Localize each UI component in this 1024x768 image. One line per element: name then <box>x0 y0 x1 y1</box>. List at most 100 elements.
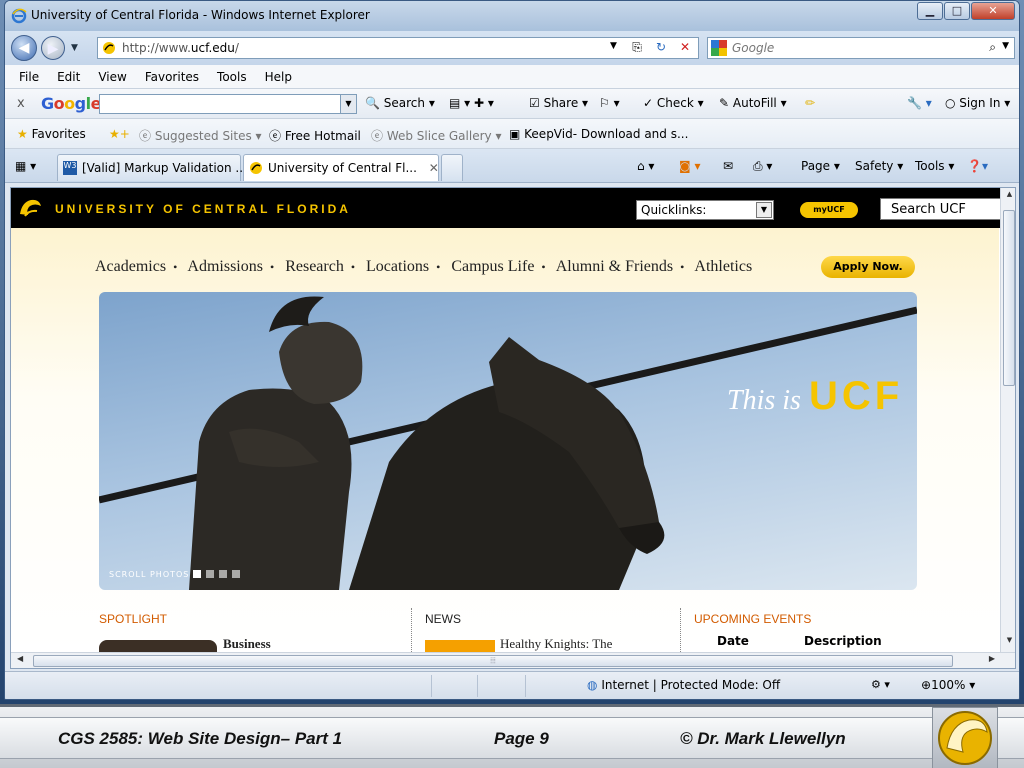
page-menu[interactable]: Page ▾ <box>801 159 840 173</box>
hero-banner[interactable]: This is UCF SCROLL PHOTOS <box>99 292 917 590</box>
search-icon[interactable]: ⌕ <box>989 40 996 55</box>
news-item[interactable]: Healthy Knights: The <box>500 636 612 652</box>
page-content: Academics • Admissions • Research • Locatio… <box>11 228 999 658</box>
ucf-pegasus-logo <box>932 707 998 768</box>
close-button[interactable]: ✕ <box>971 2 1015 20</box>
refresh-icon[interactable]: ↻ <box>652 40 670 56</box>
quicklinks-dropdown-icon[interactable]: ▼ <box>756 202 772 218</box>
new-tab-button[interactable] <box>441 154 463 181</box>
add-favorite-icon[interactable]: ★+ <box>109 127 130 141</box>
vertical-scrollbar[interactable]: ▲ ▼ <box>1000 188 1015 652</box>
tab-markup-validation[interactable]: W3 [Valid] Markup Validation ... <box>57 154 247 181</box>
check-button[interactable]: ✓ Check ▾ <box>643 96 704 110</box>
google-logo: Google <box>41 94 101 113</box>
scroll-up-icon[interactable]: ▲ <box>1001 190 1015 204</box>
search-placeholder: Google <box>732 41 775 55</box>
translate-icon[interactable]: ⚐ ▾ <box>599 96 620 110</box>
horizontal-scroll-thumb[interactable]: ⦙⦙⦙ <box>33 655 953 667</box>
web-search-box[interactable]: Google ⌕ ▼ <box>707 37 1015 59</box>
tab-ucf[interactable]: University of Central Fl... ✕ <box>243 154 439 181</box>
menu-view[interactable]: View <box>98 70 126 84</box>
scroll-right-icon[interactable]: ▶ <box>989 654 995 663</box>
google-search-dropdown-icon[interactable]: ▼ <box>340 95 356 113</box>
print-icon[interactable]: ⎙ ▾ <box>753 159 772 174</box>
spotlight-heading: SPOTLIGHT <box>99 612 168 626</box>
protected-mode-icon[interactable]: ⚙ ▾ <box>871 678 890 691</box>
photo-dot-2[interactable] <box>206 570 214 578</box>
nav-alumni-friends[interactable]: Alumni & Friends <box>556 258 673 275</box>
highlighter-icon[interactable]: ✏ <box>805 96 815 110</box>
free-hotmail-link[interactable]: ⓔ Free Hotmail <box>269 127 361 144</box>
forward-button[interactable]: ▶ <box>41 36 65 60</box>
news-heading: NEWS <box>425 612 461 626</box>
tab-close-icon[interactable]: ✕ <box>429 161 439 175</box>
search-dropdown-icon[interactable]: ▼ <box>1002 41 1009 51</box>
ucf-header: UNIVERSITY OF CENTRAL FLORIDA Quicklinks… <box>11 188 1015 228</box>
nav-locations[interactable]: Locations <box>366 258 429 275</box>
scroll-down-icon[interactable]: ▼ <box>1001 636 1015 650</box>
myucf-button[interactable]: myUCF <box>800 202 858 218</box>
toolbar-options-icon[interactable]: ▤ ▾ ✚ ▾ <box>449 96 494 110</box>
nav-academics[interactable]: Academics <box>95 258 166 275</box>
quicklinks-select[interactable]: Quicklinks: ▼ <box>636 200 774 220</box>
pegasus-logo-icon[interactable] <box>17 196 43 220</box>
share-button[interactable]: ☑ Share ▾ <box>529 96 588 110</box>
autofill-button[interactable]: ✎ AutoFill ▾ <box>719 96 787 110</box>
web-slice-gallery-link[interactable]: ⓔ Web Slice Gallery ▾ <box>371 127 501 144</box>
knight-statue-image <box>99 296 917 590</box>
photo-dot-3[interactable] <box>219 570 227 578</box>
tab-label: [Valid] Markup Validation ... <box>82 161 247 175</box>
photo-dot-1[interactable] <box>193 570 201 578</box>
keepvid-link[interactable]: ▣ KeepVid- Download and s... <box>509 127 688 141</box>
scroll-photos-label: SCROLL PHOTOS <box>109 570 190 579</box>
horizontal-scrollbar[interactable]: ◀ ⦙⦙⦙ ▶ <box>11 652 1015 668</box>
home-icon[interactable]: ⌂ ▾ <box>637 159 654 173</box>
spotlight-item[interactable]: Business <box>223 636 271 652</box>
google-search-button[interactable]: 🔍 Search ▾ <box>365 96 435 110</box>
ucf-search-input[interactable]: Search UCF <box>880 198 1002 220</box>
suggested-sites-link[interactable]: ⓔ Suggested Sites ▾ <box>139 127 262 144</box>
zoom-control[interactable]: ⊕100% ▾ <box>921 678 975 692</box>
security-zone[interactable]: ◍ Internet | Protected Mode: Off <box>587 678 780 692</box>
stop-icon[interactable]: ✕ <box>676 40 694 56</box>
nav-research[interactable]: Research <box>285 258 344 275</box>
quick-tabs-icon[interactable]: ▦ ▾ <box>15 159 36 173</box>
events-description-header: Description <box>804 634 882 648</box>
maximize-button[interactable]: □ <box>944 2 970 20</box>
toolbar-close-icon[interactable]: x <box>17 96 25 111</box>
menu-tools[interactable]: Tools <box>217 70 247 84</box>
scroll-left-icon[interactable]: ◀ <box>17 654 23 663</box>
tools-menu[interactable]: Tools ▾ <box>915 159 954 173</box>
menu-file[interactable]: File <box>19 70 39 84</box>
back-button[interactable]: ◀ <box>11 35 37 61</box>
university-name[interactable]: UNIVERSITY OF CENTRAL FLORIDA <box>55 202 351 216</box>
apply-now-button[interactable]: Apply Now. <box>821 256 915 278</box>
events-date-header: Date <box>717 634 749 648</box>
rss-icon[interactable]: ◙ ▾ <box>679 159 700 173</box>
history-dropdown-icon[interactable]: ▼ <box>71 43 78 53</box>
help-icon[interactable]: ❓▾ <box>967 159 988 173</box>
nav-athletics[interactable]: Athletics <box>694 258 752 275</box>
nav-admissions[interactable]: Admissions <box>187 258 263 275</box>
google-search-input[interactable]: ▼ <box>99 94 357 114</box>
wrench-icon[interactable]: 🔧 ▾ <box>907 96 932 110</box>
course-title: CGS 2585: Web Site Design– Part 1 <box>58 729 343 748</box>
nav-campus-life[interactable]: Campus Life <box>451 258 534 275</box>
menu-help[interactable]: Help <box>265 70 292 84</box>
minimize-button[interactable]: ▁ <box>917 2 943 20</box>
address-bar[interactable]: http://www.ucf.edu/ ▼ ⎘ ↻ ✕ <box>97 37 699 59</box>
ucf-favicon-icon <box>250 162 262 174</box>
favorites-button[interactable]: ★ Favorites <box>17 127 86 141</box>
menu-favorites[interactable]: Favorites <box>145 70 199 84</box>
address-dropdown-icon[interactable]: ▼ <box>610 41 617 51</box>
menu-edit[interactable]: Edit <box>57 70 80 84</box>
mail-icon[interactable]: ✉ <box>723 159 733 173</box>
google-toolbar: x Google ▼ 🔍 Search ▾ ▤ ▾ ✚ ▾ ☑ Share ▾ … <box>5 89 1019 119</box>
sign-in-button[interactable]: ○ Sign In ▾ <box>945 96 1010 110</box>
safety-menu[interactable]: Safety ▾ <box>855 159 903 173</box>
vertical-scroll-thumb[interactable] <box>1003 210 1015 386</box>
google-icon <box>711 40 727 56</box>
url-text[interactable]: http://www.ucf.edu/ <box>122 41 239 55</box>
photo-dot-4[interactable] <box>232 570 240 578</box>
compatibility-icon[interactable]: ⎘ <box>628 40 646 56</box>
